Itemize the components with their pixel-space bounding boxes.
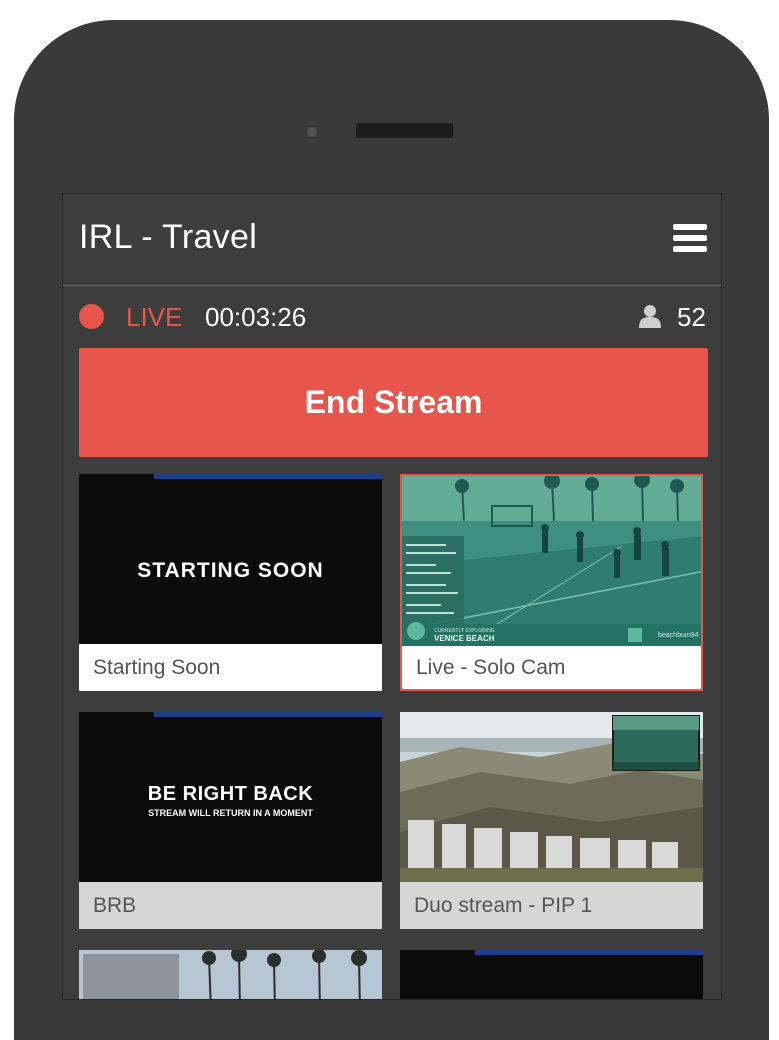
scene-card-brb[interactable]: BE RIGHT BACK STREAM WILL RETURN IN A MO…	[79, 712, 382, 929]
beach-court-image: CURRENTLY EXPLORING VENICE BEACH beachbu…	[402, 476, 701, 646]
scene-thumbnail: CURRENTLY EXPLORING VENICE BEACH beachbu…	[402, 476, 701, 646]
user-icon	[639, 305, 661, 328]
stream-timer: 00:03:26	[205, 302, 307, 332]
app-header: IRL - Travel	[63, 194, 721, 286]
end-stream-button[interactable]: End Stream	[79, 348, 708, 457]
page-title: IRL - Travel	[79, 218, 258, 256]
scene-thumbnail	[400, 712, 703, 882]
thumbnail-caption: BE RIGHT BACK	[147, 783, 314, 805]
front-camera	[307, 127, 317, 137]
live-indicator-dot	[79, 304, 104, 329]
hamburger-menu-icon[interactable]	[673, 224, 707, 254]
viewer-count: 52	[677, 302, 706, 332]
earpiece-speaker	[356, 123, 453, 138]
scene-label: Live - Solo Cam	[416, 656, 566, 679]
scene-label: Duo stream - PIP 1	[400, 882, 703, 929]
thumbnail-subcaption: STREAM WILL RETURN IN A MOMENT	[148, 808, 313, 818]
scene-thumbnail: STARTING SOON	[79, 474, 382, 644]
scene-label: BRB	[79, 882, 382, 929]
scene-card-partial-2[interactable]	[400, 950, 703, 999]
svg-text:beachbum94: beachbum94	[658, 632, 699, 639]
scene-card-duo-stream-pip[interactable]: Duo stream - PIP 1	[400, 712, 703, 929]
thumbnail-caption: STARTING SOON	[137, 559, 324, 582]
live-label: LIVE	[126, 302, 183, 332]
hollywood-hills-image	[400, 712, 703, 882]
scene-card-partial-1[interactable]	[79, 950, 382, 999]
app-screen: IRL - Travel LIVE 00:03:26 52 End Stream…	[62, 193, 722, 1000]
scene-thumbnail: BE RIGHT BACK STREAM WILL RETURN IN A MO…	[79, 712, 382, 882]
overlay-location: VENICE BEACH	[434, 634, 495, 643]
scene-label: Starting Soon	[93, 656, 221, 679]
stream-status-bar: LIVE 00:03:26 52	[63, 286, 721, 344]
scene-card-starting-soon[interactable]: STARTING SOON Starting Soon	[79, 474, 382, 691]
scene-card-live-solo-cam[interactable]: CURRENTLY EXPLORING VENICE BEACH beachbu…	[400, 474, 703, 691]
palm-trees-image	[79, 950, 382, 999]
